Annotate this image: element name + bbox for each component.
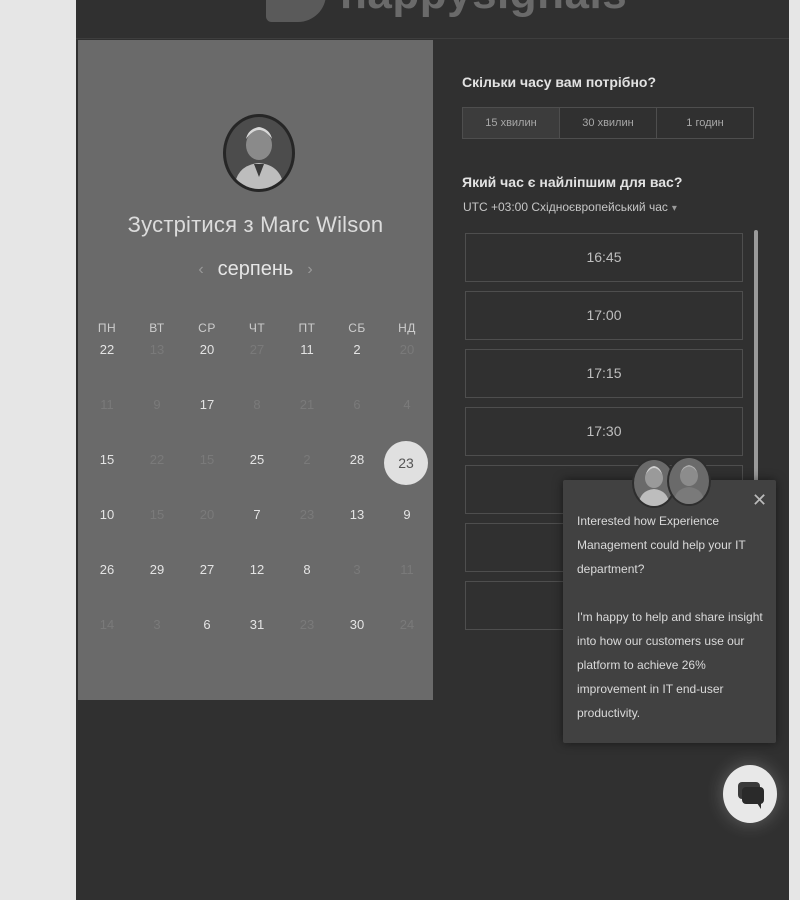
calendar-day[interactable]: 30 [332,613,382,668]
calendar-day[interactable]: 17 [182,393,232,448]
calendar-day[interactable]: 10 [82,503,132,558]
calendar-day: 20 [199,507,215,522]
calendar-day[interactable]: 22 [82,338,132,393]
calendar-day[interactable]: 12 [232,558,282,613]
calendar-day: 9 [153,397,161,412]
logo-bubble-icon [266,0,326,22]
calendar-grid: ПН ВТ СР ЧТ ПТ СБ НД 22 13 20 27 11 2 20 11 9 17 8 21 6 4 15… [82,318,432,668]
selected-day-label: 23 [384,441,428,485]
time-slot-button[interactable]: 17:30 [465,407,743,456]
weekday-header: ПН ВТ СР ЧТ ПТ СБ НД [82,318,432,338]
duration-option[interactable]: 30 хвилин [560,108,657,138]
calendar-week-row: 15 22 15 25 2 28 23 [82,441,432,503]
agent-avatar-2 [667,456,711,506]
chat-bubble-icon [738,782,764,809]
calendar-day: 22 [149,452,165,467]
timezone-selector[interactable]: UTC +03:00 Східноєвропейський час ▾ [463,200,677,214]
calendar-day[interactable]: 25 [232,448,282,503]
header-divider [76,38,789,39]
calendar-days: 22 13 20 27 11 2 20 11 9 17 8 21 6 4 15 22 15 25 2 28 23 10 15… [82,338,432,668]
booking-page: happysignals Зустрітися з Marc Wilson ‹ … [76,0,789,900]
weekday-label: СР [198,321,216,335]
calendar-week-row: 14 3 6 31 23 30 24 [82,613,432,668]
meeting-title: Зустрітися з Marc Wilson [127,212,384,237]
calendar-day[interactable]: 11 [282,338,332,393]
calendar-day: 15 [199,452,215,467]
chat-paragraph-1: Interested how Experience Management cou… [577,514,746,576]
time-slot-button[interactable]: 17:15 [465,349,743,398]
calendar-day[interactable]: 29 [132,558,182,613]
calendar-day: 21 [299,397,315,412]
calendar-day: 24 [399,617,415,632]
duration-question: Скільки часу вам потрібно? [462,74,657,90]
calendar-day: 4 [403,397,411,412]
calendar-week-row: 10 15 20 7 23 13 9 [82,503,432,558]
calendar-day[interactable]: 31 [232,613,282,668]
weekday-label: ЧТ [248,321,266,335]
calendar-day: 11 [400,562,414,577]
time-slot-button[interactable]: 16:45 [465,233,743,282]
brand-name: happysignals [340,0,627,19]
calendar-day[interactable]: 28 [332,448,382,503]
calendar-day: 3 [153,617,161,632]
calendar-day: 27 [249,342,265,357]
calendar-day: 13 [149,342,165,357]
weekday-label: ВТ [149,321,165,335]
calendar-day: 23 [299,507,315,522]
prev-month-icon[interactable]: ‹ [198,261,203,279]
month-navigation: ‹ серпень › [78,258,433,281]
time-question: Який час є найліпшим для вас? [462,174,683,190]
duration-option[interactable]: 15 хвилин [463,108,560,138]
calendar-day[interactable]: 15 [82,448,132,503]
timezone-label: UTC +03:00 Східноєвропейський час [463,200,668,214]
calendar-week-row: 22 13 20 27 11 2 20 [82,338,432,393]
calendar-day: 3 [353,562,361,577]
calendar-day[interactable]: 8 [282,558,332,613]
chat-message: Interested how Experience Management cou… [577,509,767,749]
close-icon[interactable]: ✕ [752,490,767,510]
calendar-day[interactable]: 13 [332,503,382,558]
calendar-day-selected[interactable]: 23 [382,441,432,503]
weekday-label: ПТ [298,321,316,335]
calendar-day[interactable]: 9 [382,503,432,558]
calendar-day: 2 [303,452,311,467]
calendar-day: 6 [353,397,361,412]
calendar-day[interactable]: 27 [182,558,232,613]
calendar-day[interactable]: 26 [82,558,132,613]
calendar-day[interactable]: 20 [182,338,232,393]
duration-option[interactable]: 1 годин [657,108,753,138]
host-avatar [223,114,295,192]
calendar-day: 11 [100,397,114,412]
calendar-day: 14 [99,617,115,632]
calendar-day: 20 [399,342,415,357]
calendar-day[interactable]: 7 [232,503,282,558]
weekday-label: НД [398,321,416,335]
next-month-icon[interactable]: › [307,261,312,279]
calendar-week-row: 26 29 27 12 8 3 11 [82,558,432,613]
calendar-day: 15 [149,507,165,522]
calendar-day: 8 [253,397,261,412]
weekday-label: СБ [348,321,366,335]
chevron-down-icon: ▾ [671,203,677,214]
calendar-day[interactable]: 6 [182,613,232,668]
brand-logo: happysignals [266,0,627,24]
time-slot-button[interactable]: 17:00 [465,291,743,340]
calendar-week-row: 11 9 17 8 21 6 4 [82,393,432,448]
chat-launcher-button[interactable] [723,765,777,823]
chat-paragraph-2: I'm happy to help and share insight into… [577,610,763,720]
month-label: серпень [217,258,294,280]
calendar-day: 23 [299,617,315,632]
calendar-day[interactable]: 2 [332,338,382,393]
weekday-label: ПН [97,321,117,335]
window-edge [789,0,800,900]
duration-selector: 15 хвилин 30 хвилин 1 годин [462,107,754,139]
calendar-panel: Зустрітися з Marc Wilson ‹ серпень › ПН В… [78,40,433,700]
